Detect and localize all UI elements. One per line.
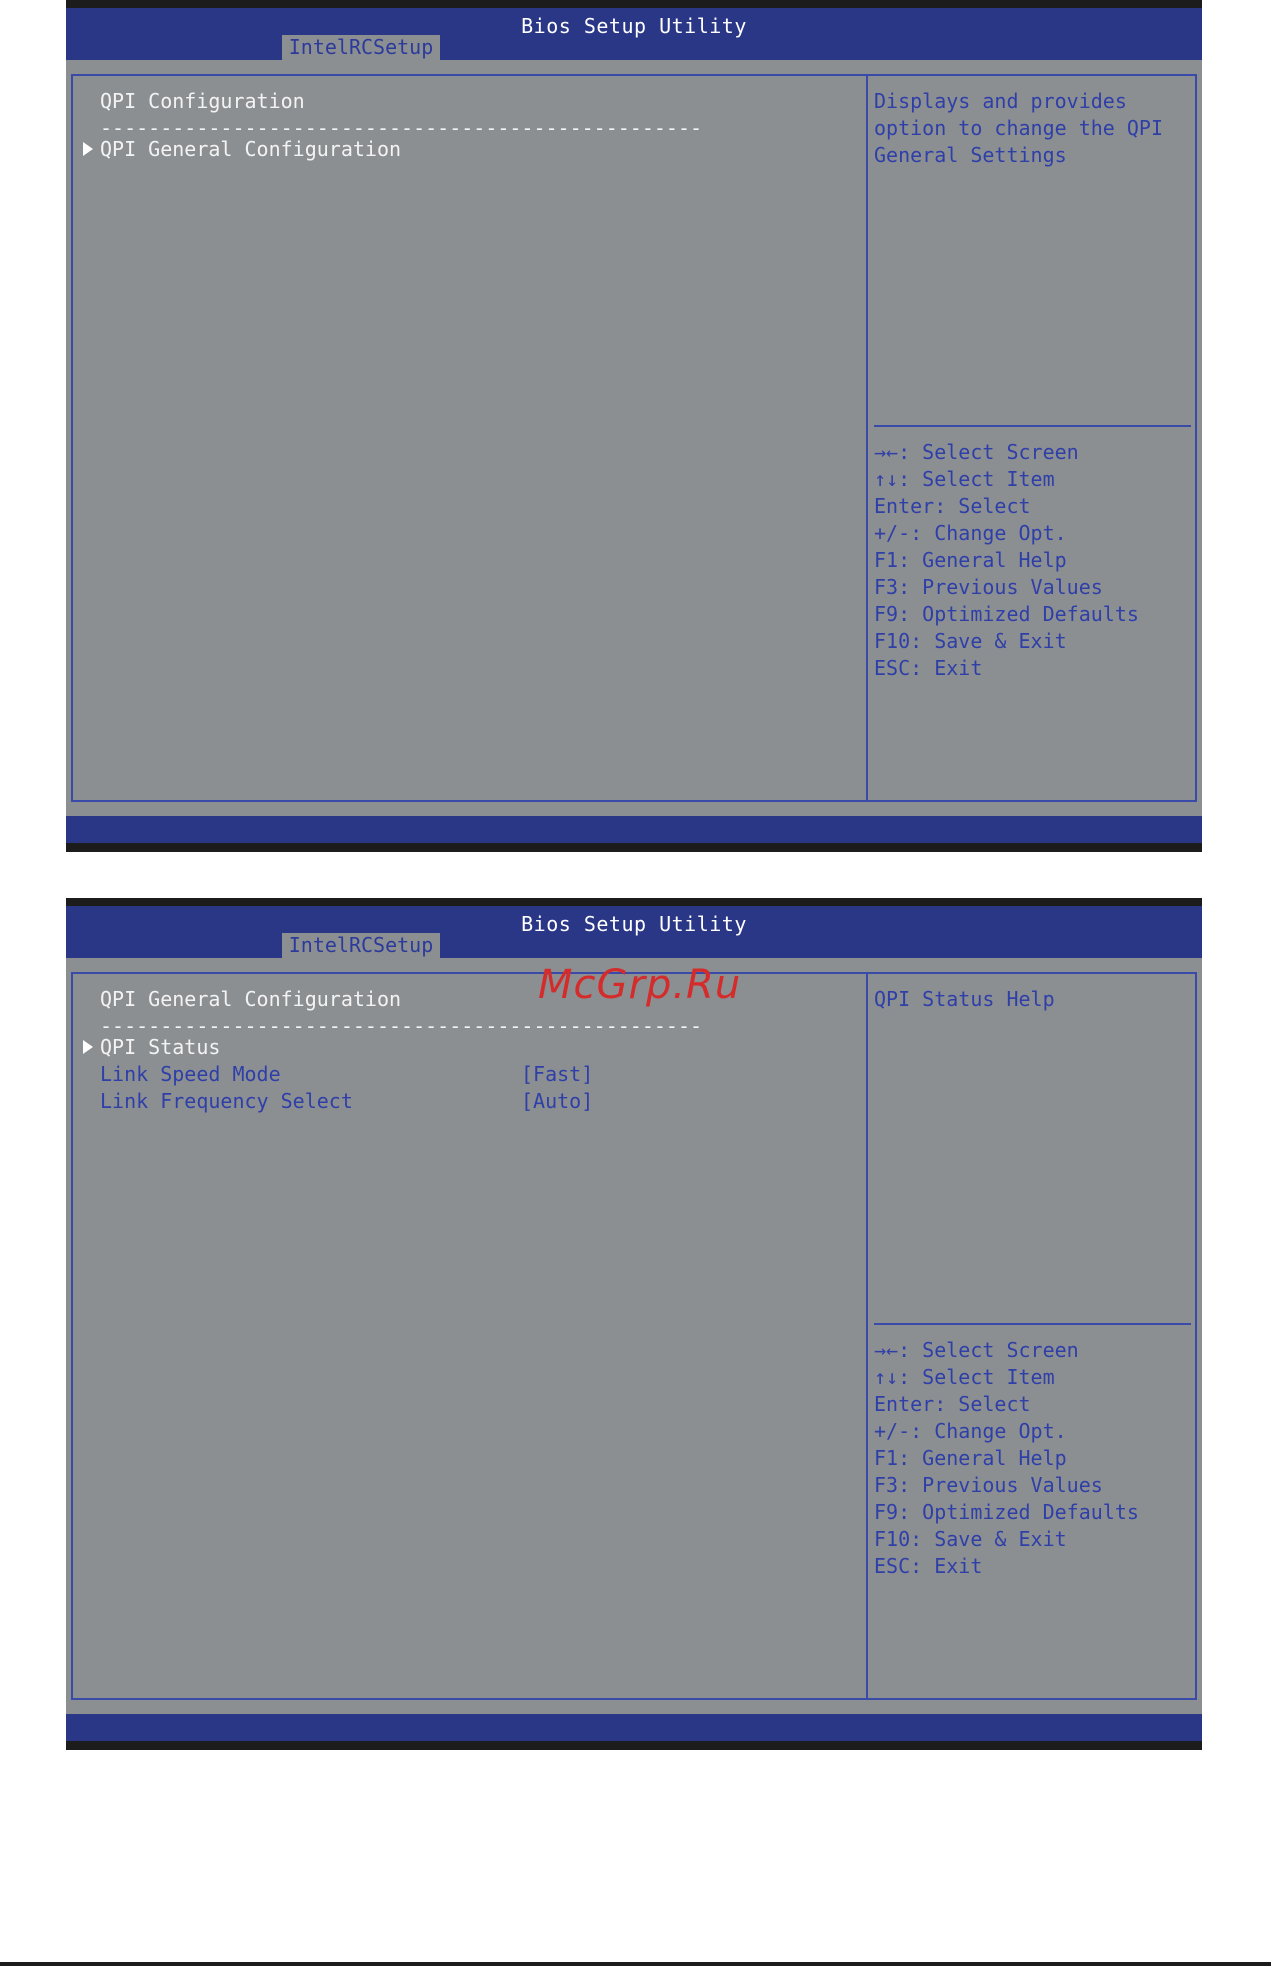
key-hint-esc-exit: ESC: Exit [874, 656, 983, 680]
key-hint-select-screen: →←: Select Screen [874, 440, 1079, 464]
page-title: QPI General Configuration [100, 987, 402, 1011]
bios-screen-qpi-configuration: Bios Setup Utility IntelRCSetup QPI Conf… [66, 0, 1202, 852]
title-bar: Bios Setup Utility IntelRCSetup [66, 898, 1202, 958]
bios-screen-qpi-general-configuration: Bios Setup Utility IntelRCSetup QPI Gene… [66, 898, 1202, 1750]
key-hint-optimized-defaults: F9: Optimized Defaults [874, 602, 1139, 626]
help-panel: Displays and provides option to change t… [866, 74, 1197, 802]
key-hint-change-opt: +/-: Change Opt. [874, 1419, 1067, 1443]
setting-value[interactable]: [Fast] [521, 1061, 593, 1088]
setting-label: Link Frequency Select [100, 1089, 353, 1113]
help-panel: QPI Status Help →←: Select Screen ↑↓: Se… [866, 972, 1197, 1700]
page-footer-rule [0, 1962, 1271, 1966]
help-text-line: Displays and provides [874, 89, 1127, 113]
key-hint-enter: Enter: Select [874, 494, 1031, 518]
key-hint-previous-values: F3: Previous Values [874, 575, 1103, 599]
key-hint-esc-exit: ESC: Exit [874, 1554, 983, 1578]
watermark: McGrp.Ru [538, 962, 742, 1008]
bottom-bar [66, 816, 1202, 852]
app-title: Bios Setup Utility [521, 14, 747, 38]
setting-label: Link Speed Mode [100, 1062, 281, 1086]
key-hint-general-help: F1: General Help [874, 1446, 1067, 1470]
help-separator [874, 1323, 1191, 1325]
app-title: Bios Setup Utility [521, 912, 747, 936]
key-hint-select-item: ↑↓: Select Item [874, 1365, 1055, 1389]
page-title: QPI Configuration [100, 89, 305, 113]
key-hint-select-screen: →←: Select Screen [874, 1338, 1079, 1362]
menu-item-label: QPI Status [100, 1035, 221, 1059]
help-text-line: QPI Status Help [874, 987, 1055, 1011]
help-text-line: General Settings [874, 143, 1067, 167]
setting-value[interactable]: [Auto] [521, 1088, 593, 1115]
key-hint-previous-values: F3: Previous Values [874, 1473, 1103, 1497]
key-hint-save-exit: F10: Save & Exit [874, 1527, 1067, 1551]
help-separator [874, 425, 1191, 427]
key-hint-general-help: F1: General Help [874, 548, 1067, 572]
key-hint-enter: Enter: Select [874, 1392, 1031, 1416]
tab-intelrcsetup[interactable]: IntelRCSetup [282, 35, 440, 60]
key-hint-change-opt: +/-: Change Opt. [874, 521, 1067, 545]
key-hint-save-exit: F10: Save & Exit [874, 629, 1067, 653]
title-bar: Bios Setup Utility IntelRCSetup [66, 0, 1202, 60]
key-hint-optimized-defaults: F9: Optimized Defaults [874, 1500, 1139, 1524]
submenu-arrow-icon [83, 142, 93, 156]
help-text-line: option to change the QPI [874, 116, 1163, 140]
main-panel: QPI General Configuration --------------… [71, 972, 868, 1700]
submenu-arrow-icon [83, 1040, 93, 1054]
menu-item-label: QPI General Configuration [100, 137, 402, 161]
main-panel: QPI Configuration ----------------------… [71, 74, 868, 802]
bottom-bar [66, 1714, 1202, 1750]
key-hint-select-item: ↑↓: Select Item [874, 467, 1055, 491]
tab-intelrcsetup[interactable]: IntelRCSetup [282, 933, 440, 958]
